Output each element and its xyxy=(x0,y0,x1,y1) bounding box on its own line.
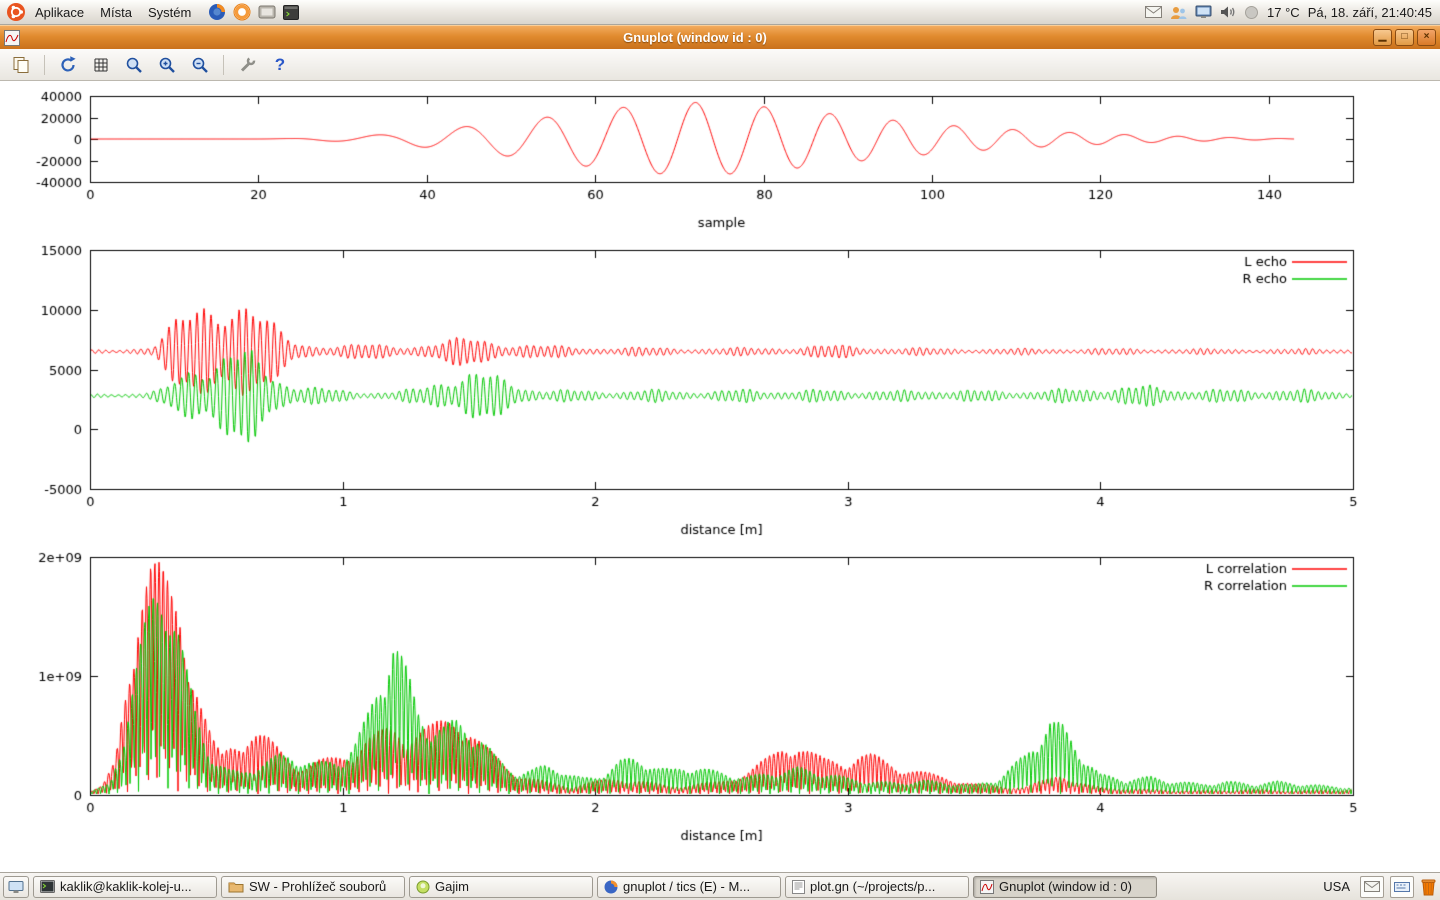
show-desktop-button[interactable] xyxy=(3,876,29,898)
zoom-icon[interactable] xyxy=(121,52,147,78)
help-launcher-icon[interactable] xyxy=(233,3,251,21)
panel-tray: 17 °C Pá, 18. září, 21:40:45 xyxy=(1145,5,1434,20)
taskbar-buttons: kaklik@kaklik-kolej-u... SW - Prohlížeč s… xyxy=(33,876,1157,898)
chart-correlation-canvas[interactable] xyxy=(0,540,1440,847)
weather-icon[interactable] xyxy=(1244,5,1259,20)
menu-applications[interactable]: Aplikace xyxy=(28,2,91,23)
help-icon[interactable]: ? xyxy=(267,52,293,78)
settings-wrench-icon[interactable] xyxy=(234,52,260,78)
text-editor-icon xyxy=(792,880,805,894)
zoom-in-icon[interactable] xyxy=(154,52,180,78)
panel-launchers xyxy=(208,3,299,21)
taskbar-button-2[interactable]: SW - Prohlížeč souborů xyxy=(221,876,405,898)
taskbar-button-3[interactable]: Gajim xyxy=(409,876,593,898)
taskbar-button-label: SW - Prohlížeč souborů xyxy=(249,879,386,894)
display-icon[interactable] xyxy=(1195,5,1212,19)
menu-system[interactable]: Systém xyxy=(141,2,198,23)
clock-applet[interactable]: Pá, 18. září, 21:40:45 xyxy=(1308,5,1432,20)
keyboard-layout-indicator[interactable]: USA xyxy=(1319,879,1354,894)
volume-icon[interactable] xyxy=(1220,5,1236,19)
temperature-applet[interactable]: 17 °C xyxy=(1267,5,1300,20)
taskbar-button-1[interactable]: kaklik@kaklik-kolej-u... xyxy=(33,876,217,898)
panel-menus: Aplikace Místa Systém xyxy=(6,2,299,23)
file-manager-icon xyxy=(228,880,244,893)
taskbar-button-4[interactable]: gnuplot / tics (E) - M... xyxy=(597,876,781,898)
keyboard-indicator-icon[interactable] xyxy=(1390,876,1414,898)
zoom-out-icon[interactable] xyxy=(187,52,213,78)
chart-echo-canvas[interactable] xyxy=(0,233,1440,540)
taskbar-tray: USA xyxy=(1319,876,1437,898)
mail-notifier-icon[interactable] xyxy=(1360,876,1384,898)
gnuplot-icon xyxy=(980,880,994,894)
toolbar-separator xyxy=(223,55,224,75)
chart-chirp-canvas[interactable] xyxy=(0,81,1440,233)
toolbar: ? xyxy=(0,49,1440,81)
terminal-icon xyxy=(40,880,55,893)
screenshot-tool-icon[interactable] xyxy=(258,4,276,20)
refresh-icon[interactable] xyxy=(55,52,81,78)
firefox-launcher-icon[interactable] xyxy=(208,3,226,21)
titlebar[interactable]: Gnuplot (window id : 0) ▁ □ × xyxy=(0,25,1440,49)
window-title: Gnuplot (window id : 0) xyxy=(20,30,1370,45)
plot-area xyxy=(0,81,1440,872)
close-button[interactable]: × xyxy=(1417,29,1436,46)
distro-logo-icon[interactable] xyxy=(6,2,26,22)
taskbar-button-5[interactable]: plot.gn (~/projects/p... xyxy=(785,876,969,898)
window-icon xyxy=(4,30,20,46)
mail-icon[interactable] xyxy=(1145,6,1162,18)
desktop-screen: Aplikace Místa Systém xyxy=(0,0,1440,900)
taskbar-button-label: gnuplot / tics (E) - M... xyxy=(623,879,750,894)
trash-icon[interactable] xyxy=(1420,877,1437,896)
gajim-icon xyxy=(416,880,430,894)
taskbar-button-6[interactable]: Gnuplot (window id : 0) xyxy=(973,876,1157,898)
minimize-button[interactable]: ▁ xyxy=(1373,29,1392,46)
grid-icon[interactable] xyxy=(88,52,114,78)
taskbar-button-label: Gnuplot (window id : 0) xyxy=(999,879,1132,894)
taskbar-button-label: Gajim xyxy=(435,879,469,894)
taskbar: kaklik@kaklik-kolej-u... SW - Prohlížeč s… xyxy=(0,872,1440,900)
top-panel: Aplikace Místa Systém xyxy=(0,0,1440,25)
copy-icon[interactable] xyxy=(8,52,34,78)
menu-places[interactable]: Místa xyxy=(93,2,139,23)
terminal-launcher-icon[interactable] xyxy=(283,5,299,20)
toolbar-separator xyxy=(44,55,45,75)
firefox-icon xyxy=(604,880,618,894)
maximize-button[interactable]: □ xyxy=(1395,29,1414,46)
taskbar-button-label: kaklik@kaklik-kolej-u... xyxy=(60,879,192,894)
taskbar-button-label: plot.gn (~/projects/p... xyxy=(810,879,935,894)
user-switcher-icon[interactable] xyxy=(1170,5,1187,20)
